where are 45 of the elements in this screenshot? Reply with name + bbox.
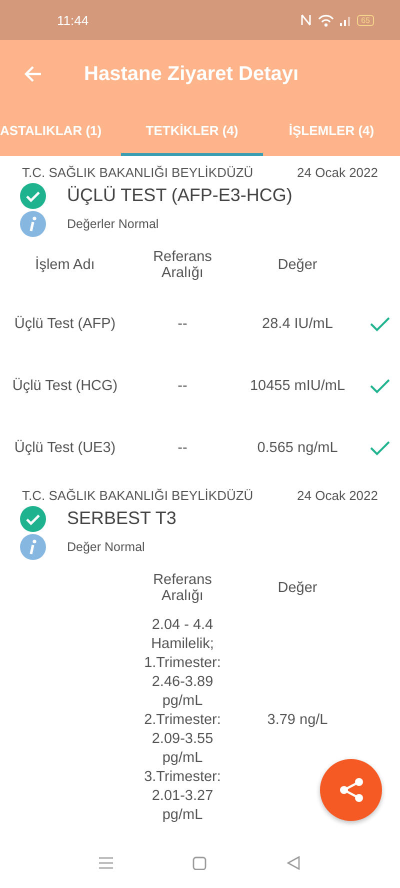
test-title: SERBEST T3 xyxy=(67,507,176,530)
institution-name: T.C. SAĞLIK BAKANLIĞI BEYLİKDÜZÜ xyxy=(22,488,254,503)
back-button[interactable] xyxy=(286,856,302,870)
result-note: Değer Normal xyxy=(67,540,145,554)
test-date: 24 Ocak 2022 xyxy=(297,488,378,503)
test-name: Üçlü Test (UE3) xyxy=(13,438,117,458)
column-header: Referans Aralığı xyxy=(152,571,213,606)
column-header: Değer xyxy=(276,256,318,275)
test-date: 24 Ocak 2022 xyxy=(297,165,378,180)
check-circle-icon xyxy=(20,182,46,208)
share-icon xyxy=(338,777,364,803)
reference-range: -- xyxy=(176,376,188,396)
test-value: 0.565 ng/mL xyxy=(256,438,339,458)
tab[interactable]: İŞLEMLER (4) xyxy=(263,108,400,156)
info-icon xyxy=(20,211,46,237)
test-name: Üçlü Test (AFP) xyxy=(13,314,117,334)
tab[interactable]: TETKİKLER (4) xyxy=(121,108,263,156)
menu-button[interactable] xyxy=(98,856,114,870)
share-button[interactable] xyxy=(320,759,382,821)
test-name: Üçlü Test (HCG) xyxy=(11,376,119,396)
column-header: Referans Aralığı xyxy=(152,248,213,283)
reference-range: -- xyxy=(176,438,188,458)
home-icon xyxy=(192,856,208,870)
wifi-icon xyxy=(318,14,334,26)
reference-range: -- xyxy=(176,314,188,334)
test-value: 10455 mIU/mL xyxy=(248,376,346,396)
menu-icon xyxy=(98,856,114,870)
column-header: İşlem Adı xyxy=(34,255,96,275)
screen-title: Hastane Ziyaret Detayı xyxy=(84,62,299,86)
nfc-icon xyxy=(300,13,312,27)
column-header: Değer xyxy=(276,579,318,598)
battery-level: 65 xyxy=(357,14,374,26)
signal-icon xyxy=(340,14,352,26)
info-icon xyxy=(20,534,46,560)
result-note: Değerler Normal xyxy=(67,217,159,231)
check-circle-icon xyxy=(20,506,46,532)
test-title: ÜÇLÜ TEST (AFP-E3-HCG) xyxy=(67,184,292,207)
test-value: 28.4 IU/mL xyxy=(261,314,334,334)
clock: 11:44 xyxy=(57,12,89,28)
tab[interactable]: ASTALIKLAR (1) xyxy=(0,108,121,156)
home-button[interactable] xyxy=(192,856,208,870)
test-value: 3.79 ng/L xyxy=(266,711,329,730)
reference-range: 2.04 - 4.4 Hamilelik; 1.Trimester: 2.46-3.89 pg/mL 2.Trimester: 2.09-3.55 pg/mL 3.Trimester: 2.01-3.27 pg/mL xyxy=(143,616,222,825)
institution-name: T.C. SAĞLIK BAKANLIĞI BEYLİKDÜZÜ xyxy=(22,165,254,180)
back-icon xyxy=(286,856,302,870)
